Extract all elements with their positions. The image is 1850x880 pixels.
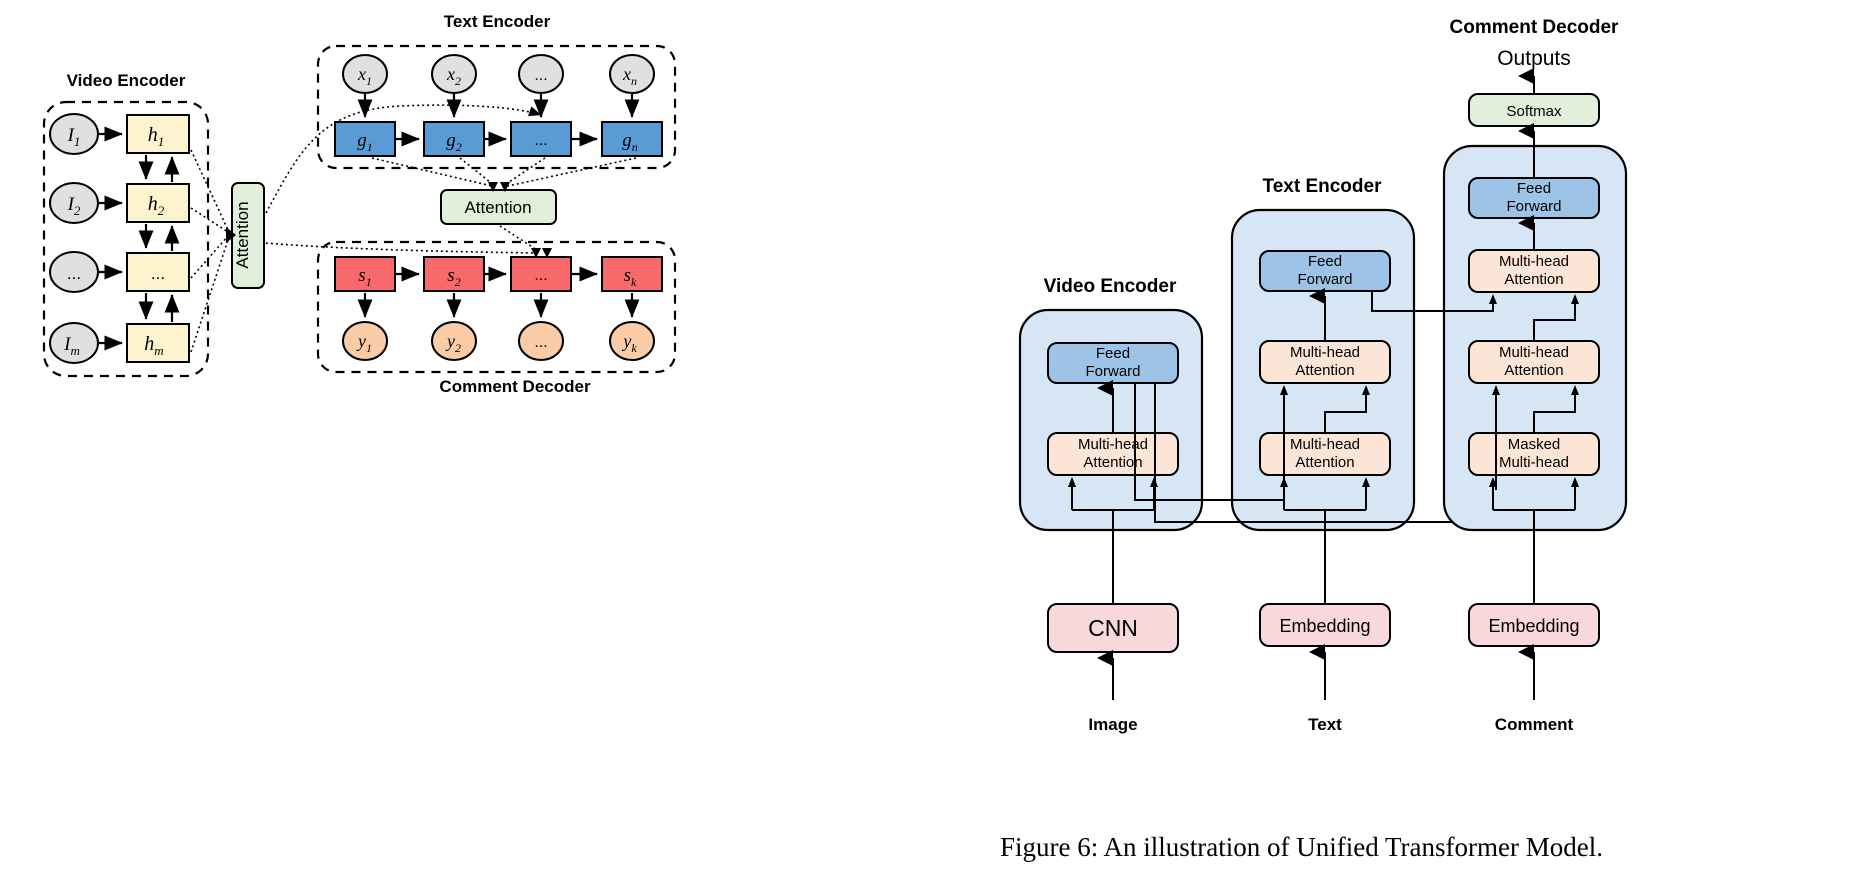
decoder-state-label-3: ...	[534, 267, 547, 284]
text-attn-dotted-2	[459, 157, 496, 187]
video-attn-dotted-2	[190, 207, 229, 233]
text-source-label: Text	[1308, 715, 1342, 734]
comment-multi-head-attention-upper-label-line-1: Multi-head	[1499, 253, 1569, 270]
text-feed-forward-label-line-1: Feed	[1308, 253, 1342, 270]
figure-root: Video Encoder I1 I2 ... Im h1 h2 ... hm	[0, 0, 1850, 880]
video-multi-head-attention-label-line-2: Attention	[1083, 454, 1142, 471]
attention-text-label: Attention	[464, 198, 531, 217]
image-source-label: Image	[1088, 715, 1137, 734]
right-video-encoder-title: Video Encoder	[1044, 276, 1177, 297]
text-encoder-title: Text Encoder	[444, 12, 551, 31]
video-encoder-title: Video Encoder	[67, 71, 186, 90]
comment-feed-forward-label-line-2: Forward	[1506, 198, 1561, 215]
masked-multi-head-label-line-2: Multi-head	[1499, 454, 1569, 471]
figure-caption: Figure 6: An illustration of Unified Tra…	[1000, 832, 1603, 862]
text-attn-dotted-1	[371, 157, 493, 187]
video-hidden-label-3: ...	[151, 264, 165, 283]
decoder-output-label-3: ...	[534, 334, 547, 351]
comment-feed-forward-label-line-1: Feed	[1517, 180, 1551, 197]
softmax-label: Softmax	[1506, 103, 1562, 120]
text-embedding-label: Embedding	[1279, 616, 1370, 636]
video-attn-to-decoder-dotted	[265, 242, 538, 254]
comment-decoder-title: Comment Decoder	[439, 377, 591, 396]
right-comment-decoder-title: Comment Decoder	[1450, 17, 1620, 38]
right-text-encoder-title: Text Encoder	[1263, 176, 1383, 197]
outputs-label: Outputs	[1497, 47, 1571, 70]
comment-multi-head-attention-mid-label-line-1: Multi-head	[1499, 344, 1569, 361]
comment-source-label: Comment	[1495, 715, 1574, 734]
text-input-label-3: ...	[534, 67, 547, 84]
comment-multi-head-attention-mid-label-line-2: Attention	[1504, 362, 1563, 379]
right-diagram: Video Encoder Feed Forward Multi-head At…	[1018, 17, 1628, 734]
cnn-label: CNN	[1088, 615, 1138, 641]
text-hidden-label-3: ...	[534, 132, 547, 149]
text-multi-head-attention-upper-label-line-1: Multi-head	[1290, 344, 1360, 361]
video-input-label-3: ...	[67, 264, 81, 283]
left-diagram: Video Encoder I1 I2 ... Im h1 h2 ... hm	[42, 12, 677, 396]
video-attn-dotted-1	[190, 149, 229, 231]
video-multi-head-attention-label-line-1: Multi-head	[1078, 436, 1148, 453]
comment-embedding-label: Embedding	[1488, 616, 1579, 636]
masked-multi-head-label-line-1: Masked	[1508, 436, 1561, 453]
video-feed-forward-label-line-1: Feed	[1096, 345, 1130, 362]
comment-multi-head-attention-upper-label-line-2: Attention	[1504, 271, 1563, 288]
text-multi-head-attention-lower-label-line-2: Attention	[1295, 454, 1354, 471]
text-attn-dotted-3	[502, 157, 546, 187]
video-feed-forward-label-line-2: Forward	[1085, 363, 1140, 380]
text-attn-dotted-4	[507, 157, 637, 187]
text-multi-head-attention-upper-label-line-2: Attention	[1295, 362, 1354, 379]
video-attn-dotted-4	[190, 239, 229, 353]
text-feed-forward-label-line-2: Forward	[1297, 271, 1352, 288]
text-multi-head-attention-lower-label-line-1: Multi-head	[1290, 436, 1360, 453]
